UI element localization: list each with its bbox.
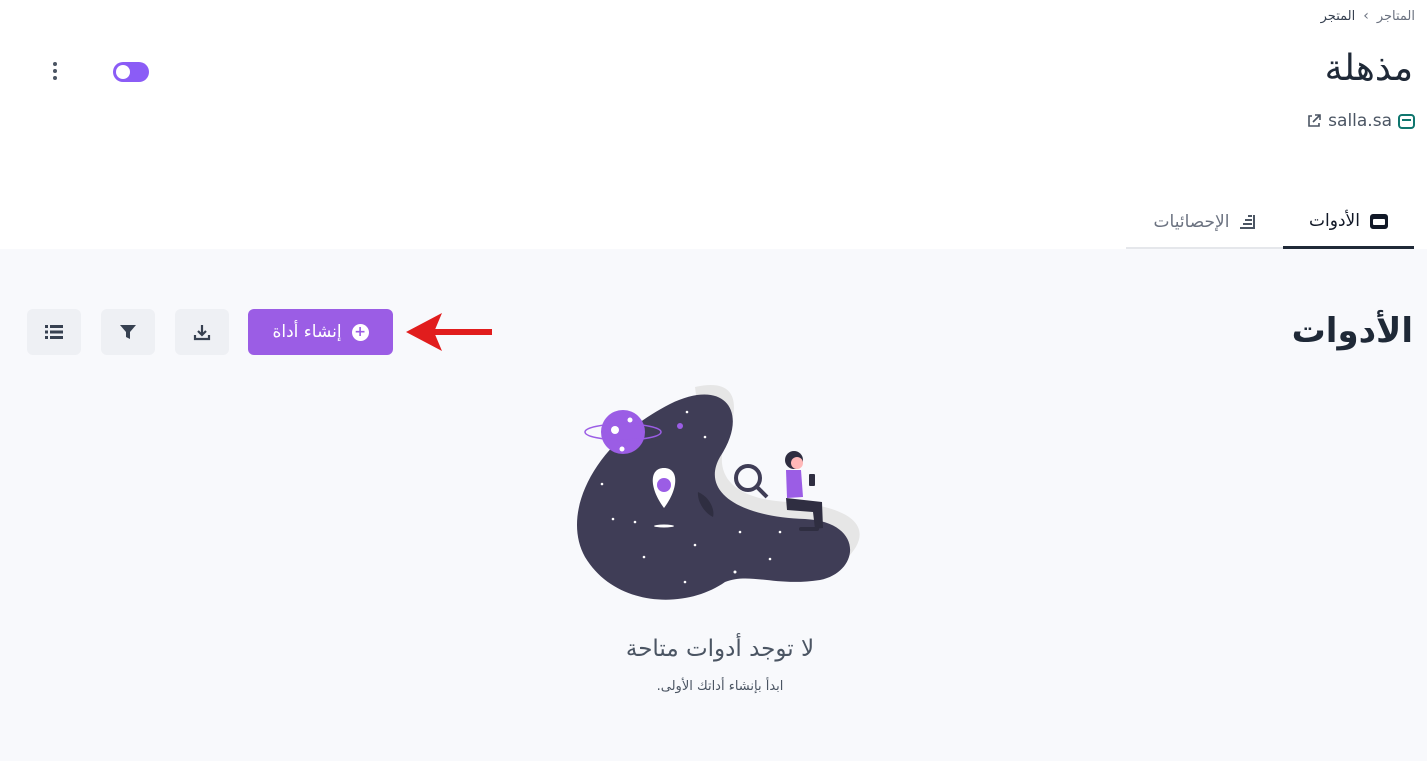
- empty-state-title: لا توجد أدوات متاحة: [625, 636, 815, 662]
- chevron-left-icon: ›: [1363, 8, 1369, 24]
- filter-button[interactable]: [101, 309, 155, 355]
- store-domain: salla.sa: [1328, 111, 1392, 131]
- section-title: الأدوات: [1291, 311, 1413, 351]
- filter-icon: [120, 325, 136, 339]
- dot-icon: [53, 69, 57, 73]
- tab-bar: الأدوات الإحصائيات: [1126, 196, 1414, 249]
- tab-tools[interactable]: الأدوات: [1283, 196, 1414, 249]
- external-link-icon: [1308, 114, 1321, 127]
- list-icon: [45, 325, 63, 339]
- store-domain-link[interactable]: salla.sa: [1306, 111, 1415, 131]
- breadcrumb: المتاجر › المتجر: [1321, 8, 1415, 24]
- tab-statistics[interactable]: الإحصائيات: [1126, 196, 1283, 247]
- breadcrumb-current: المتجر: [1320, 8, 1356, 24]
- store-icon: [1398, 113, 1415, 129]
- list-view-button[interactable]: [27, 309, 81, 355]
- tab-label: الأدوات: [1309, 211, 1360, 231]
- toggle-knob: [116, 65, 130, 79]
- store-status-toggle[interactable]: [113, 62, 149, 82]
- card-icon: [1369, 213, 1388, 229]
- plus-circle-icon: +: [351, 323, 369, 341]
- empty-state-subtitle: ابدأ بإنشاء أداتك الأولى.: [656, 679, 784, 694]
- page-header: المتاجر › المتجر مذهلة salla.sa الأدوات: [0, 0, 1427, 249]
- create-tool-button[interactable]: + إنشاء أداة: [248, 309, 393, 355]
- chart-icon: [1240, 215, 1256, 229]
- create-tool-label: إنشاء أداة: [272, 322, 342, 342]
- page-title: مذهلة: [1324, 48, 1413, 89]
- annotation-arrow: [406, 313, 492, 351]
- dot-icon: [53, 62, 57, 66]
- dot-icon: [53, 76, 57, 80]
- empty-state-illustration: [576, 385, 860, 600]
- download-icon: [193, 325, 211, 341]
- main-content: الأدوات + إنشاء أداة لا توجد أدوات متاحة…: [0, 249, 1427, 761]
- more-options-button[interactable]: [44, 59, 66, 83]
- download-button[interactable]: [175, 309, 229, 355]
- tab-label: الإحصائيات: [1153, 211, 1230, 232]
- breadcrumb-stores-link[interactable]: المتاجر: [1377, 9, 1415, 24]
